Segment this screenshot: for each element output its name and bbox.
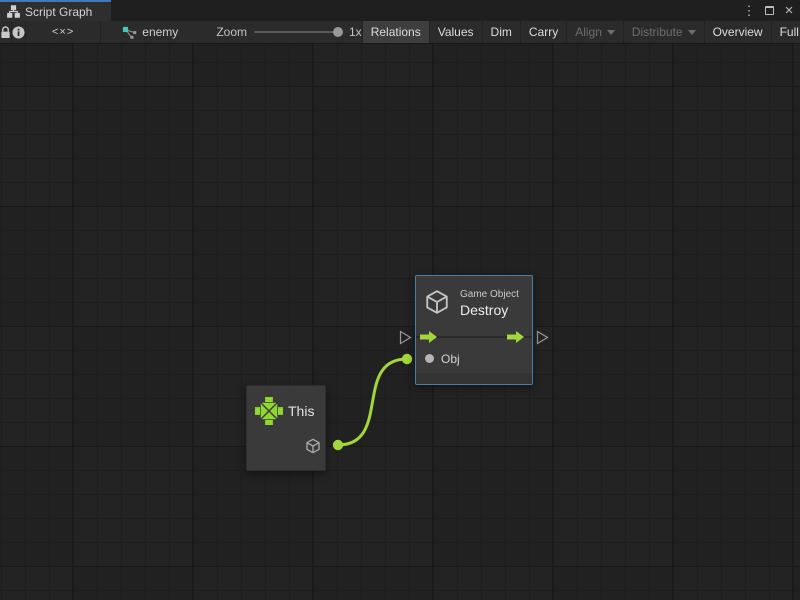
flow-arrow-out-port[interactable] bbox=[507, 331, 524, 343]
graph-hierarchy-icon bbox=[7, 5, 20, 18]
inspect-button[interactable] bbox=[12, 21, 26, 43]
maximize-icon[interactable] bbox=[762, 3, 776, 19]
node-this[interactable]: This bbox=[246, 385, 326, 471]
graph-canvas[interactable]: This Game Object Destroy Obj bbox=[0, 44, 800, 600]
node-category: Game Object bbox=[460, 289, 519, 300]
self-target-icon bbox=[254, 396, 284, 426]
cube-output-port[interactable] bbox=[305, 438, 321, 454]
carry-toggle[interactable]: Carry bbox=[520, 21, 566, 43]
graph-breadcrumb[interactable]: enemy bbox=[122, 21, 178, 43]
close-icon[interactable]: × bbox=[782, 3, 796, 19]
window-tab-bar: Script Graph ⋮ × bbox=[0, 0, 800, 21]
zoom-value: 1x bbox=[349, 25, 362, 39]
node-title: Destroy bbox=[460, 302, 508, 318]
wire-end-dot[interactable] bbox=[402, 354, 412, 364]
tab-title: Script Graph bbox=[25, 5, 92, 19]
node-footer bbox=[416, 373, 532, 384]
chevron-down-icon bbox=[688, 30, 696, 35]
control-input-triangle-port[interactable] bbox=[401, 332, 411, 344]
node-title: This bbox=[288, 403, 314, 419]
dim-toggle[interactable]: Dim bbox=[482, 21, 520, 43]
graph-toolbar: <×> enemy Zoom 1x Relations Values Dim C… bbox=[0, 21, 800, 44]
edit-source-button[interactable]: <×> bbox=[26, 21, 101, 43]
code-brackets-icon: <×> bbox=[34, 26, 92, 38]
tab-script-graph[interactable]: Script Graph bbox=[0, 0, 111, 21]
connection-wire[interactable] bbox=[338, 359, 407, 445]
window-menu-icon[interactable]: ⋮ bbox=[742, 3, 756, 19]
zoom-slider[interactable] bbox=[254, 31, 342, 33]
control-output-triangle-port[interactable] bbox=[538, 332, 548, 344]
obj-port-label: Obj bbox=[441, 352, 460, 366]
window-controls: ⋮ × bbox=[742, 0, 796, 21]
overview-button[interactable]: Overview bbox=[704, 21, 771, 43]
toolbar-right-group: Relations Values Dim Carry Align Distrib… bbox=[362, 21, 800, 43]
zoom-slider-handle[interactable] bbox=[333, 27, 343, 37]
obj-value-input-port[interactable] bbox=[425, 354, 434, 363]
relations-toggle[interactable]: Relations bbox=[362, 21, 429, 43]
zoom-label: Zoom bbox=[216, 25, 247, 39]
zoom-cluster: Zoom 1x bbox=[216, 21, 361, 43]
fullscreen-button[interactable]: Full Screen bbox=[771, 21, 800, 43]
wire-layer bbox=[0, 44, 800, 600]
wire-source-dot[interactable] bbox=[333, 440, 343, 450]
cube-icon bbox=[424, 288, 450, 316]
chevron-down-icon bbox=[607, 30, 615, 35]
lock-button[interactable] bbox=[0, 21, 12, 43]
graph-nodes-icon bbox=[122, 25, 137, 40]
flow-arrow-in-port[interactable] bbox=[420, 331, 437, 343]
lock-icon bbox=[0, 26, 11, 39]
distribute-dropdown[interactable]: Distribute bbox=[623, 21, 704, 43]
node-destroy[interactable]: Game Object Destroy Obj bbox=[415, 275, 533, 385]
graph-name: enemy bbox=[142, 25, 178, 39]
align-label: Align bbox=[575, 25, 602, 39]
distribute-label: Distribute bbox=[632, 25, 683, 39]
align-dropdown[interactable]: Align bbox=[566, 21, 623, 43]
info-icon bbox=[12, 26, 25, 39]
values-toggle[interactable]: Values bbox=[429, 21, 482, 43]
